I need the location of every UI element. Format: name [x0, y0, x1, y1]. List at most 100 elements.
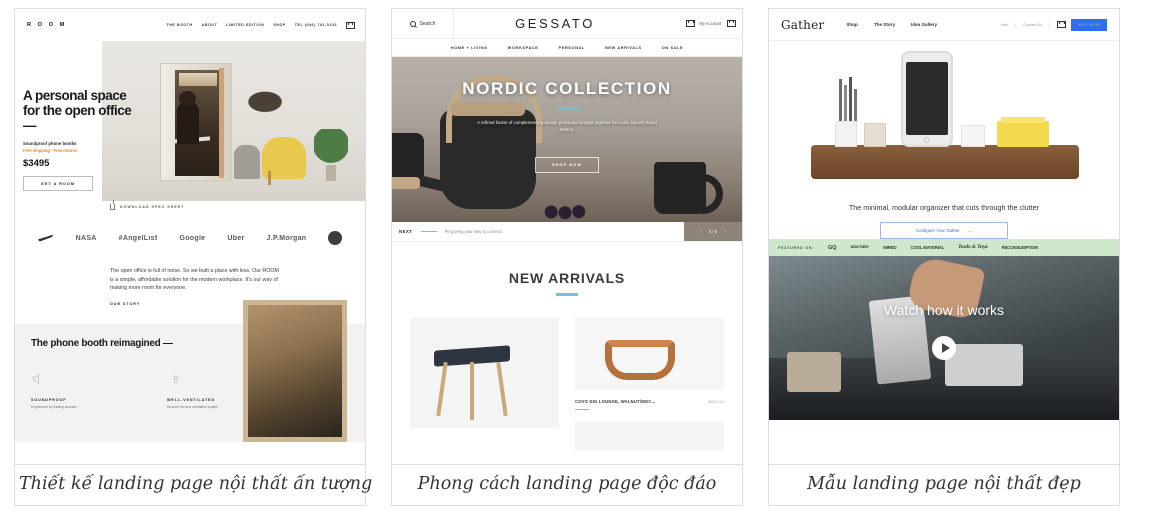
shop-now-button[interactable]: SHOP NOW: [535, 156, 599, 173]
carousel-counter: 4 / 5: [708, 229, 718, 234]
feature-soundproof-title: SOUNDPROOF: [31, 397, 67, 402]
gather-nav-item-0[interactable]: Shop: [846, 22, 857, 27]
gessato-nav-item-3[interactable]: NEW ARRIVALS: [605, 45, 642, 50]
utility-divider: |: [1049, 22, 1051, 27]
gather-hero: [769, 41, 1119, 193]
plant-graphic: [314, 129, 348, 181]
product-image-bowl[interactable]: [575, 317, 724, 390]
room-nav-item-4[interactable]: TEL (646) 791-0136: [295, 23, 337, 27]
search-icon: [409, 20, 416, 27]
room-nav-item-3[interactable]: SHOP: [273, 23, 285, 27]
room-nav-item-1[interactable]: ABOUT: [202, 23, 218, 27]
gessato-account-area: My Account: [656, 20, 742, 27]
room-nav-item-0[interactable]: THE BOOTH: [167, 23, 193, 27]
gessato-hero-paragraph: A refined fusion of complementing design…: [477, 119, 657, 132]
spec-sheet-label: DOWNLOAD SPEC SHEET: [120, 205, 185, 209]
extra-logo-icon: [328, 231, 343, 245]
gather-video-section[interactable]: Watch how it works: [769, 256, 1119, 420]
arrow-right-icon: →: [967, 228, 973, 233]
gessato-nav-item-0[interactable]: HOME + LIVING: [451, 45, 488, 50]
room-body-text: The open office is full of noise. So we …: [110, 268, 279, 291]
heart-icon[interactable]: [686, 20, 696, 27]
room-body-section: The open office is full of noise. So we …: [15, 253, 365, 306]
configure-label: Configure Your Gather: [915, 228, 960, 233]
video-title: Watch how it works: [883, 302, 1005, 318]
feature-ventilated: WELL-VENTILATED Discreet fan and ventila…: [167, 372, 245, 410]
room-price: $3495: [23, 158, 50, 169]
product-name: COVO DIG LOUNGE, WALNUT/MOC...: [575, 398, 656, 404]
landing-page-gallery: R O O M THE BOOTH ABOUT LIMITED EDITION …: [0, 0, 1154, 514]
contact-link[interactable]: Contact Us: [1023, 23, 1042, 27]
room-header: R O O M THE BOOTH ABOUT LIMITED EDITION …: [15, 9, 365, 41]
room-hero: A personal space for the open office — S…: [15, 41, 365, 210]
utility-divider: |: [1015, 22, 1017, 27]
room-hero-copy: A personal space for the open office — S…: [15, 41, 132, 191]
carousel-next-text[interactable]: Ping pong your way to connect: [445, 229, 502, 234]
featured-on-label: FEATURED ON:: [778, 245, 814, 250]
gallery-card-room[interactable]: R O O M THE BOOTH ABOUT LIMITED EDITION …: [14, 8, 372, 506]
room-logo[interactable]: R O O M: [27, 22, 67, 29]
screenshot-gather: Gather Shop The Story Idea Gallery Help …: [769, 9, 1119, 464]
google-logo: Google: [179, 234, 206, 242]
gallery-card-gather[interactable]: Gather Shop The Story Idea Gallery Help …: [768, 8, 1120, 506]
small-cup-graphic: [864, 123, 886, 147]
product-image-stool[interactable]: [410, 317, 559, 428]
spec-sheet-link[interactable]: DOWNLOAD SPEC SHEET: [110, 200, 185, 210]
gessato-headline: NORDIC COLLECTION: [462, 79, 672, 98]
fan-icon: [173, 375, 179, 383]
booth-interior-photo: [243, 299, 347, 442]
phone-booth-graphic: [160, 63, 232, 181]
search-button[interactable]: Search: [392, 9, 454, 38]
pen-cup-graphic: [835, 121, 857, 147]
screenshot-room: R O O M THE BOOTH ABOUT LIMITED EDITION …: [15, 9, 365, 464]
room-nav-item-2[interactable]: LIMITED EDITION: [226, 23, 264, 27]
new-arrivals-section: NEW ARRIVALS: [392, 242, 742, 296]
product-title[interactable]: $829.00 COVO DIG LOUNGE, WALNUT/MOC...: [575, 399, 724, 404]
play-icon[interactable]: [932, 336, 956, 360]
help-link[interactable]: Help: [1001, 23, 1009, 27]
feature-ventilated-text: Discreet fan and ventilation system: [167, 404, 219, 409]
product-image-next[interactable]: [575, 422, 724, 451]
gallery-card-gessato[interactable]: Search GESSATO My Account HOME + LIVING …: [391, 8, 743, 506]
gessato-nav-item-1[interactable]: WORKSPACE: [508, 45, 539, 50]
get-a-room-button[interactable]: GET A ROOM: [23, 176, 93, 191]
buy-now-button[interactable]: BUY NOW: [1071, 18, 1107, 31]
side-chair-graphic: [234, 145, 260, 179]
gather-utility-nav: Help | Contact Us | BUY NOW: [1001, 18, 1107, 31]
feature-ventilated-title: WELL-VENTILATED: [167, 397, 216, 402]
chevron-left-icon[interactable]: ‹: [701, 229, 702, 234]
gather-brand[interactable]: Gather: [781, 18, 824, 32]
gessato-nav-item-4[interactable]: ON SALE: [662, 45, 684, 50]
room-client-logos: NASA #AngelList Google Uber J.P.Morgan: [15, 223, 365, 253]
gessato-nav-item-2[interactable]: PERSONAL: [559, 45, 585, 50]
room-bottom-section: The phone booth reimagined — SOUNDPROOF …: [15, 299, 365, 442]
angellist-logo: #AngelList: [118, 234, 158, 242]
room-nav: THE BOOTH ABOUT LIMITED EDITION SHOP TEL…: [167, 21, 355, 29]
account-label[interactable]: My Account: [699, 21, 721, 26]
gather-nav-item-1[interactable]: The Story: [874, 22, 895, 27]
chevron-right-icon[interactable]: ›: [724, 229, 725, 234]
gessato-brand[interactable]: GESSATO: [454, 16, 656, 31]
feature-soundproof-text: Engineered by leading acoustic: [31, 404, 77, 409]
gather-nav-item-2[interactable]: Idea Gallery: [911, 22, 937, 27]
gather-nav: Shop The Story Idea Gallery: [846, 22, 937, 27]
cart-icon[interactable]: [1057, 21, 1067, 28]
product-column-left: [410, 317, 559, 451]
configure-gather-button[interactable]: Configure Your Gather →: [880, 222, 1008, 239]
wooden-tray-graphic: [811, 145, 1079, 179]
video-object-left: [787, 352, 841, 392]
phone-graphic: [901, 51, 953, 147]
product-accent-rule: [575, 408, 589, 411]
cart-icon[interactable]: [346, 21, 355, 29]
berries-graphic: [542, 204, 588, 220]
gessato-carousel-bar: NEXT Ping pong your way to connect ‹ 4 /…: [392, 222, 742, 242]
uber-logo: Uber: [227, 234, 245, 242]
sound-wave-icon: [32, 373, 39, 384]
cart-icon[interactable]: [727, 20, 736, 27]
tools-and-toys-logo: Tools & Toys: [958, 245, 988, 250]
card-caption-2: Phong cách landing page độc đáo: [392, 464, 742, 505]
sticky-notes-graphic: [997, 117, 1049, 147]
white-cup-graphic: [961, 125, 985, 147]
carousel-counter-area: ‹ 4 / 5 ›: [684, 222, 742, 241]
card-caption-1: Thiết kế landing page nội thất ấn tượng: [15, 464, 372, 505]
